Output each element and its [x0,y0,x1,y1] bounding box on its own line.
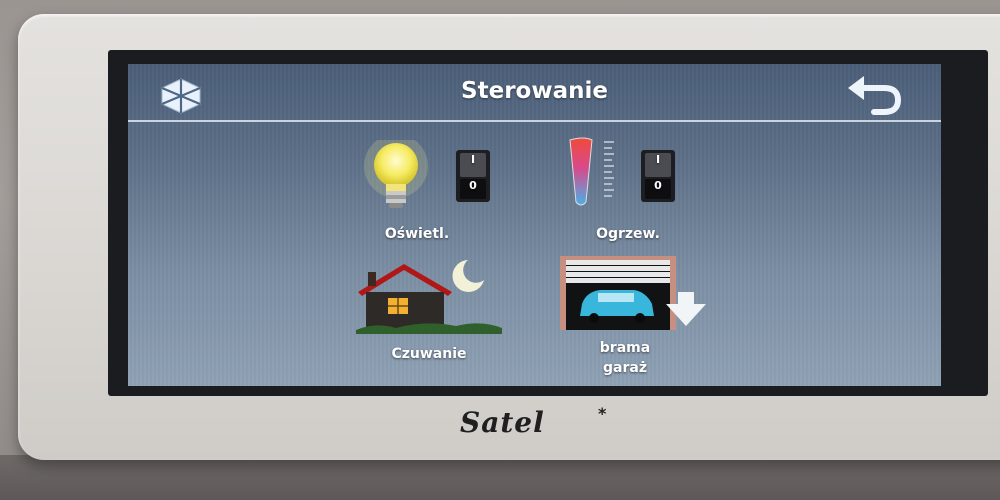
heating-switch-on-label: I [655,153,661,166]
garage-tile[interactable] [560,256,706,332]
lightbulb-icon [364,134,428,208]
header-divider [128,120,941,122]
arming-tile[interactable] [356,258,504,334]
brand-mark: * [598,404,607,423]
garage-label-line2: garaż [603,360,647,376]
house-night-icon [356,260,502,334]
garage-car-icon [560,256,706,330]
screen-header: Sterowanie [128,64,941,120]
arming-label: Czuwanie [391,346,467,362]
lighting-switch-on-label: I [470,153,476,166]
thermometer-icon [569,137,614,206]
heating-switch-off-label: 0 [654,179,662,192]
undo-arrow-icon [848,76,902,115]
garage-label-line1: brama [599,340,651,356]
wall-shadow [0,455,1000,500]
heating-tile[interactable] [566,136,616,210]
brand-name: Satel [460,406,545,439]
satel-logo: Satel * [460,404,620,444]
page-title: Sterowanie [461,78,608,104]
lighting-switch-off-label: 0 [469,179,477,192]
touch-screen: Sterowanie I 0 Oświetl. I 0 Ogrzew. Czuw… [128,64,941,386]
lighting-tile[interactable] [356,134,436,212]
back-button[interactable] [844,72,906,116]
heating-label: Ogrzew. [596,226,660,242]
lighting-label: Oświetl. [384,226,450,242]
